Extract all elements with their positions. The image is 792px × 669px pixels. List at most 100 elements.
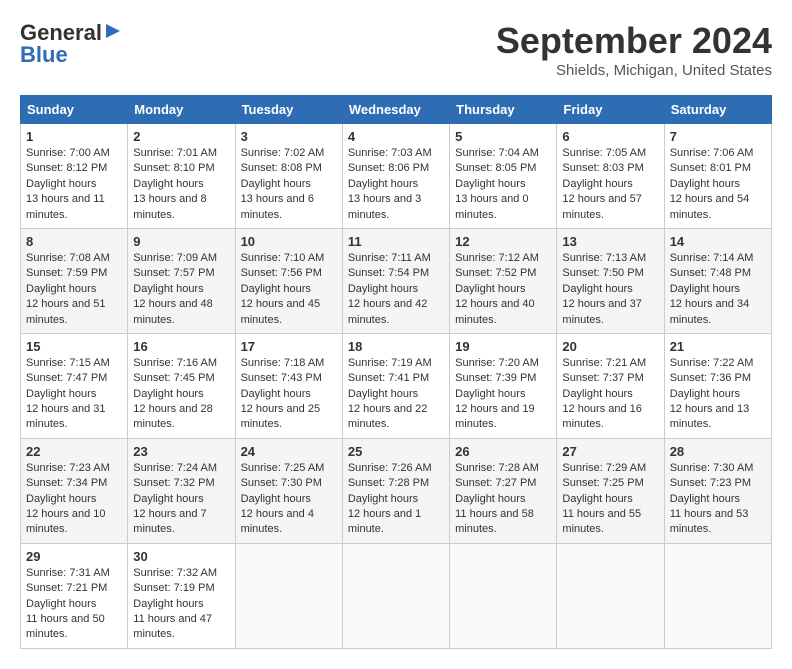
day-info: Sunrise: 7:05 AM Sunset: 8:03 PM Dayligh… <box>562 146 658 223</box>
day-number: 17 <box>241 339 337 354</box>
day-number: 2 <box>133 129 229 144</box>
weekday-header-row: SundayMondayTuesdayWednesdayThursdayFrid… <box>21 96 772 124</box>
calendar-cell: 28 Sunrise: 7:30 AM Sunset: 7:23 PM Dayl… <box>664 438 771 543</box>
calendar-cell: 15 Sunrise: 7:15 AM Sunset: 7:47 PM Dayl… <box>21 333 128 438</box>
calendar-cell: 5 Sunrise: 7:04 AM Sunset: 8:05 PM Dayli… <box>450 124 557 229</box>
calendar-cell <box>557 543 664 648</box>
calendar-cell: 17 Sunrise: 7:18 AM Sunset: 7:43 PM Dayl… <box>235 333 342 438</box>
day-info: Sunrise: 7:14 AM Sunset: 7:48 PM Dayligh… <box>670 251 766 328</box>
day-info: Sunrise: 7:25 AM Sunset: 7:30 PM Dayligh… <box>241 461 337 538</box>
day-info: Sunrise: 7:32 AM Sunset: 7:19 PM Dayligh… <box>133 566 229 643</box>
day-number: 14 <box>670 234 766 249</box>
day-number: 29 <box>26 549 122 564</box>
calendar-cell: 7 Sunrise: 7:06 AM Sunset: 8:01 PM Dayli… <box>664 124 771 229</box>
title-block: September 2024 Shields, Michigan, United… <box>496 20 772 79</box>
day-number: 30 <box>133 549 229 564</box>
day-info: Sunrise: 7:04 AM Sunset: 8:05 PM Dayligh… <box>455 146 551 223</box>
day-number: 16 <box>133 339 229 354</box>
weekday-header-sunday: Sunday <box>21 96 128 124</box>
day-info: Sunrise: 7:30 AM Sunset: 7:23 PM Dayligh… <box>670 461 766 538</box>
day-info: Sunrise: 7:24 AM Sunset: 7:32 PM Dayligh… <box>133 461 229 538</box>
day-info: Sunrise: 7:23 AM Sunset: 7:34 PM Dayligh… <box>26 461 122 538</box>
day-number: 8 <box>26 234 122 249</box>
calendar-cell: 12 Sunrise: 7:12 AM Sunset: 7:52 PM Dayl… <box>450 228 557 333</box>
calendar-cell: 2 Sunrise: 7:01 AM Sunset: 8:10 PM Dayli… <box>128 124 235 229</box>
calendar-cell: 26 Sunrise: 7:28 AM Sunset: 7:27 PM Dayl… <box>450 438 557 543</box>
week-row-3: 15 Sunrise: 7:15 AM Sunset: 7:47 PM Dayl… <box>21 333 772 438</box>
calendar-cell: 22 Sunrise: 7:23 AM Sunset: 7:34 PM Dayl… <box>21 438 128 543</box>
day-info: Sunrise: 7:21 AM Sunset: 7:37 PM Dayligh… <box>562 356 658 433</box>
calendar-cell: 8 Sunrise: 7:08 AM Sunset: 7:59 PM Dayli… <box>21 228 128 333</box>
day-number: 9 <box>133 234 229 249</box>
day-info: Sunrise: 7:15 AM Sunset: 7:47 PM Dayligh… <box>26 356 122 433</box>
day-info: Sunrise: 7:16 AM Sunset: 7:45 PM Dayligh… <box>133 356 229 433</box>
day-number: 7 <box>670 129 766 144</box>
day-info: Sunrise: 7:06 AM Sunset: 8:01 PM Dayligh… <box>670 146 766 223</box>
day-info: Sunrise: 7:19 AM Sunset: 7:41 PM Dayligh… <box>348 356 444 433</box>
calendar-cell: 20 Sunrise: 7:21 AM Sunset: 7:37 PM Dayl… <box>557 333 664 438</box>
logo-arrow-icon <box>104 22 122 45</box>
calendar-cell: 21 Sunrise: 7:22 AM Sunset: 7:36 PM Dayl… <box>664 333 771 438</box>
calendar-cell: 16 Sunrise: 7:16 AM Sunset: 7:45 PM Dayl… <box>128 333 235 438</box>
day-number: 1 <box>26 129 122 144</box>
weekday-header-wednesday: Wednesday <box>342 96 449 124</box>
day-info: Sunrise: 7:22 AM Sunset: 7:36 PM Dayligh… <box>670 356 766 433</box>
weekday-header-friday: Friday <box>557 96 664 124</box>
day-info: Sunrise: 7:09 AM Sunset: 7:57 PM Dayligh… <box>133 251 229 328</box>
day-info: Sunrise: 7:03 AM Sunset: 8:06 PM Dayligh… <box>348 146 444 223</box>
day-number: 18 <box>348 339 444 354</box>
weekday-header-thursday: Thursday <box>450 96 557 124</box>
weekday-header-monday: Monday <box>128 96 235 124</box>
day-number: 15 <box>26 339 122 354</box>
calendar-cell: 13 Sunrise: 7:13 AM Sunset: 7:50 PM Dayl… <box>557 228 664 333</box>
day-info: Sunrise: 7:12 AM Sunset: 7:52 PM Dayligh… <box>455 251 551 328</box>
day-number: 5 <box>455 129 551 144</box>
day-info: Sunrise: 7:00 AM Sunset: 8:12 PM Dayligh… <box>26 146 122 223</box>
day-info: Sunrise: 7:10 AM Sunset: 7:56 PM Dayligh… <box>241 251 337 328</box>
calendar-cell: 30 Sunrise: 7:32 AM Sunset: 7:19 PM Dayl… <box>128 543 235 648</box>
calendar-cell: 18 Sunrise: 7:19 AM Sunset: 7:41 PM Dayl… <box>342 333 449 438</box>
day-number: 25 <box>348 444 444 459</box>
month-title: September 2024 <box>496 20 772 62</box>
day-info: Sunrise: 7:13 AM Sunset: 7:50 PM Dayligh… <box>562 251 658 328</box>
calendar-cell <box>664 543 771 648</box>
calendar-cell: 10 Sunrise: 7:10 AM Sunset: 7:56 PM Dayl… <box>235 228 342 333</box>
calendar-cell: 29 Sunrise: 7:31 AM Sunset: 7:21 PM Dayl… <box>21 543 128 648</box>
page-header: General Blue September 2024 Shields, Mic… <box>20 20 772 79</box>
day-number: 12 <box>455 234 551 249</box>
calendar-cell: 11 Sunrise: 7:11 AM Sunset: 7:54 PM Dayl… <box>342 228 449 333</box>
day-info: Sunrise: 7:20 AM Sunset: 7:39 PM Dayligh… <box>455 356 551 433</box>
week-row-2: 8 Sunrise: 7:08 AM Sunset: 7:59 PM Dayli… <box>21 228 772 333</box>
week-row-1: 1 Sunrise: 7:00 AM Sunset: 8:12 PM Dayli… <box>21 124 772 229</box>
day-info: Sunrise: 7:26 AM Sunset: 7:28 PM Dayligh… <box>348 461 444 538</box>
day-number: 20 <box>562 339 658 354</box>
day-number: 10 <box>241 234 337 249</box>
calendar-cell: 14 Sunrise: 7:14 AM Sunset: 7:48 PM Dayl… <box>664 228 771 333</box>
day-info: Sunrise: 7:01 AM Sunset: 8:10 PM Dayligh… <box>133 146 229 223</box>
week-row-5: 29 Sunrise: 7:31 AM Sunset: 7:21 PM Dayl… <box>21 543 772 648</box>
weekday-header-saturday: Saturday <box>664 96 771 124</box>
day-info: Sunrise: 7:11 AM Sunset: 7:54 PM Dayligh… <box>348 251 444 328</box>
calendar-cell: 25 Sunrise: 7:26 AM Sunset: 7:28 PM Dayl… <box>342 438 449 543</box>
calendar-cell <box>342 543 449 648</box>
day-number: 11 <box>348 234 444 249</box>
day-info: Sunrise: 7:08 AM Sunset: 7:59 PM Dayligh… <box>26 251 122 328</box>
day-number: 23 <box>133 444 229 459</box>
logo: General Blue <box>20 20 122 68</box>
day-number: 24 <box>241 444 337 459</box>
day-number: 6 <box>562 129 658 144</box>
calendar-cell: 6 Sunrise: 7:05 AM Sunset: 8:03 PM Dayli… <box>557 124 664 229</box>
calendar-cell: 27 Sunrise: 7:29 AM Sunset: 7:25 PM Dayl… <box>557 438 664 543</box>
calendar-cell: 19 Sunrise: 7:20 AM Sunset: 7:39 PM Dayl… <box>450 333 557 438</box>
day-number: 26 <box>455 444 551 459</box>
day-number: 27 <box>562 444 658 459</box>
day-info: Sunrise: 7:28 AM Sunset: 7:27 PM Dayligh… <box>455 461 551 538</box>
day-number: 19 <box>455 339 551 354</box>
day-info: Sunrise: 7:29 AM Sunset: 7:25 PM Dayligh… <box>562 461 658 538</box>
weekday-header-tuesday: Tuesday <box>235 96 342 124</box>
calendar-cell: 9 Sunrise: 7:09 AM Sunset: 7:57 PM Dayli… <box>128 228 235 333</box>
day-number: 13 <box>562 234 658 249</box>
calendar-cell: 3 Sunrise: 7:02 AM Sunset: 8:08 PM Dayli… <box>235 124 342 229</box>
location: Shields, Michigan, United States <box>496 62 772 79</box>
day-number: 28 <box>670 444 766 459</box>
